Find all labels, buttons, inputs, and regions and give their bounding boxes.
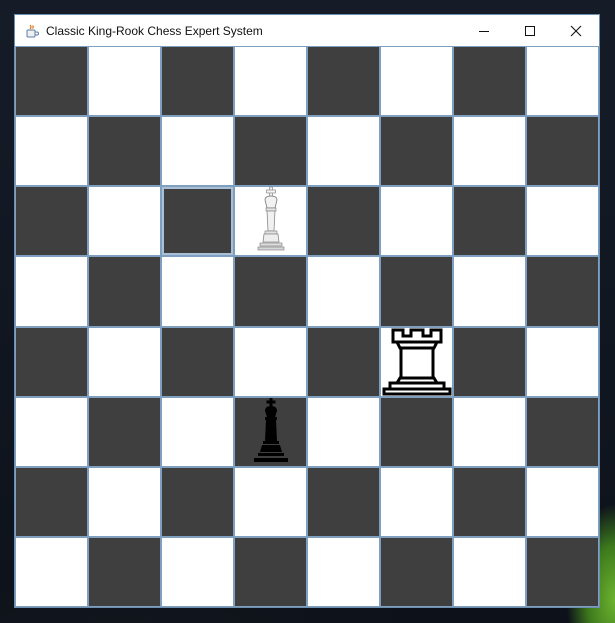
square-h6[interactable] bbox=[526, 186, 599, 257]
maximize-icon bbox=[525, 25, 535, 36]
square-f2[interactable] bbox=[380, 466, 453, 537]
square-h7[interactable] bbox=[526, 116, 599, 187]
square-e3[interactable] bbox=[307, 396, 380, 467]
square-c8[interactable] bbox=[161, 46, 234, 117]
square-h4[interactable] bbox=[526, 326, 599, 397]
square-g1[interactable] bbox=[453, 536, 526, 607]
square-f8[interactable] bbox=[380, 46, 453, 117]
square-d7[interactable] bbox=[234, 116, 307, 187]
square-b6[interactable] bbox=[88, 186, 161, 257]
square-b5[interactable] bbox=[88, 256, 161, 327]
close-button[interactable] bbox=[553, 15, 599, 46]
close-icon bbox=[570, 25, 582, 36]
square-a7[interactable] bbox=[15, 116, 88, 187]
square-g3[interactable] bbox=[453, 396, 526, 467]
square-d2[interactable] bbox=[234, 466, 307, 537]
chess-board bbox=[15, 46, 599, 607]
square-g2[interactable] bbox=[453, 466, 526, 537]
square-e1[interactable] bbox=[307, 536, 380, 607]
square-f5[interactable] bbox=[380, 256, 453, 327]
square-e7[interactable] bbox=[307, 116, 380, 187]
square-g5[interactable] bbox=[453, 256, 526, 327]
square-d4[interactable] bbox=[234, 326, 307, 397]
window-controls bbox=[461, 15, 599, 46]
square-d1[interactable] bbox=[234, 536, 307, 607]
square-h8[interactable] bbox=[526, 46, 599, 117]
square-f6[interactable] bbox=[380, 186, 453, 257]
square-e2[interactable] bbox=[307, 466, 380, 537]
square-b7[interactable] bbox=[88, 116, 161, 187]
square-h2[interactable] bbox=[526, 466, 599, 537]
square-d5[interactable] bbox=[234, 256, 307, 327]
square-c5[interactable] bbox=[161, 256, 234, 327]
square-f4[interactable] bbox=[380, 326, 453, 397]
square-g7[interactable] bbox=[453, 116, 526, 187]
square-a8[interactable] bbox=[15, 46, 88, 117]
square-g8[interactable] bbox=[453, 46, 526, 117]
square-c4[interactable] bbox=[161, 326, 234, 397]
square-c2[interactable] bbox=[161, 466, 234, 537]
square-a2[interactable] bbox=[15, 466, 88, 537]
minimize-button[interactable] bbox=[461, 15, 507, 46]
white-king-icon[interactable] bbox=[235, 186, 306, 256]
square-e6[interactable] bbox=[307, 186, 380, 257]
title-bar[interactable]: Classic King-Rook Chess Expert System bbox=[15, 15, 599, 46]
black-king-icon[interactable] bbox=[235, 397, 306, 467]
square-e8[interactable] bbox=[307, 46, 380, 117]
square-a3[interactable] bbox=[15, 396, 88, 467]
square-f7[interactable] bbox=[380, 116, 453, 187]
java-cup-icon bbox=[24, 23, 40, 39]
square-d3[interactable] bbox=[234, 396, 307, 467]
square-f3[interactable] bbox=[380, 396, 453, 467]
square-h5[interactable] bbox=[526, 256, 599, 327]
square-c1[interactable] bbox=[161, 536, 234, 607]
square-b4[interactable] bbox=[88, 326, 161, 397]
square-c3[interactable] bbox=[161, 396, 234, 467]
minimize-icon bbox=[479, 30, 489, 32]
square-h1[interactable] bbox=[526, 536, 599, 607]
square-f1[interactable] bbox=[380, 536, 453, 607]
square-e5[interactable] bbox=[307, 256, 380, 327]
square-b3[interactable] bbox=[88, 396, 161, 467]
maximize-button[interactable] bbox=[507, 15, 553, 46]
square-a5[interactable] bbox=[15, 256, 88, 327]
square-c7[interactable] bbox=[161, 116, 234, 187]
app-window: Classic King-Rook Chess Expert System bbox=[14, 14, 600, 608]
square-b1[interactable] bbox=[88, 536, 161, 607]
square-c6-selected[interactable] bbox=[161, 186, 234, 257]
square-d8[interactable] bbox=[234, 46, 307, 117]
square-e4[interactable] bbox=[307, 326, 380, 397]
white-rook-icon[interactable] bbox=[381, 327, 452, 397]
window-title: Classic King-Rook Chess Expert System bbox=[46, 23, 263, 38]
square-d6[interactable] bbox=[234, 186, 307, 257]
square-g4[interactable] bbox=[453, 326, 526, 397]
square-b2[interactable] bbox=[88, 466, 161, 537]
square-b8[interactable] bbox=[88, 46, 161, 117]
square-a4[interactable] bbox=[15, 326, 88, 397]
square-a1[interactable] bbox=[15, 536, 88, 607]
square-h3[interactable] bbox=[526, 396, 599, 467]
square-g6[interactable] bbox=[453, 186, 526, 257]
square-a6[interactable] bbox=[15, 186, 88, 257]
